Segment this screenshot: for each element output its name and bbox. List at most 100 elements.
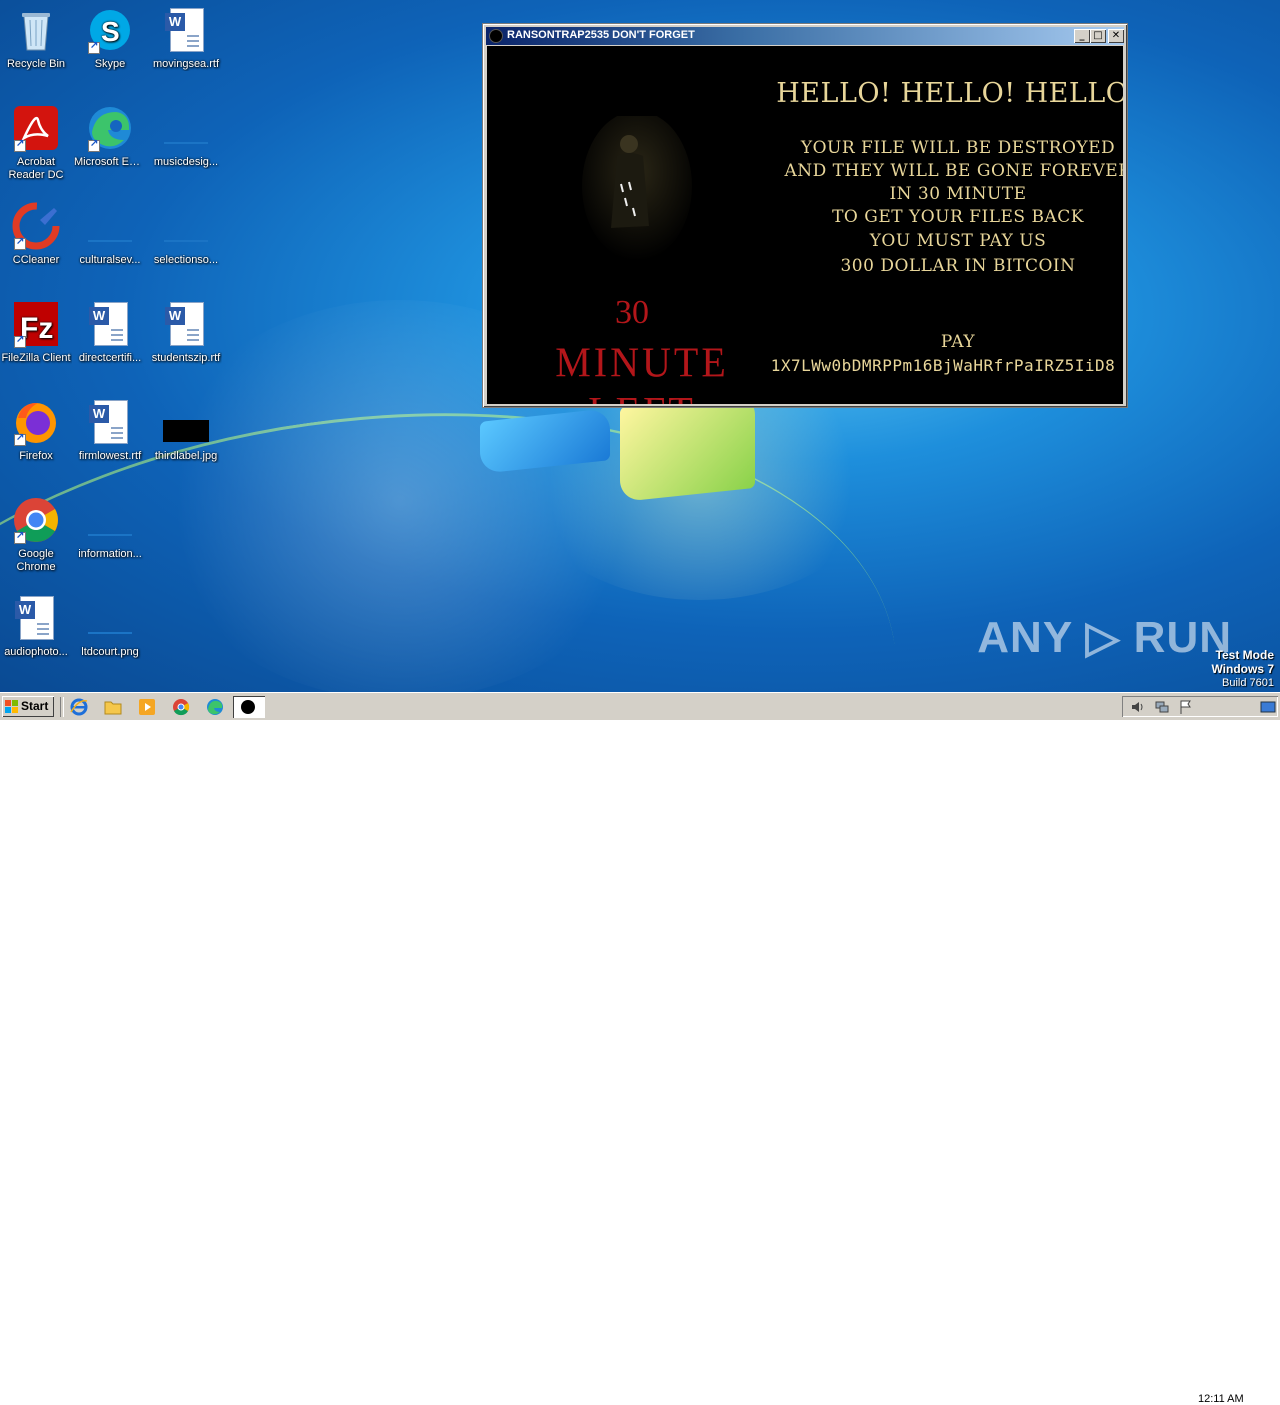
edge-icon[interactable] [205,697,225,717]
media-player-icon[interactable] [137,697,157,717]
message-line: YOU MUST PAY US [869,231,1047,251]
action-center-flag-icon[interactable] [1178,699,1194,715]
filezilla-icon: Fz [12,300,60,348]
recycle-bin-icon [12,6,60,54]
taskbar: Start 12:11 AM [0,692,1280,1405]
ransom-window[interactable]: RANSONTRAP2535 DON'T FORGET _ □ ✕ 30 MIN… [482,23,1128,408]
desktop-icon-firmlowest[interactable]: W firmlowest.rtf [74,398,146,463]
anyrun-watermark: ANY ▷ RUN [977,613,1232,662]
desktop-icon-label: FileZilla Client [1,352,71,364]
headline: HELLO! HELLO! HELLO! [776,78,1123,109]
explorer-folder-icon[interactable] [103,697,123,717]
show-desktop-icon[interactable] [1260,699,1276,715]
desktop-icon-recycle-bin[interactable]: Recycle Bin [0,6,72,71]
minimize-button[interactable]: _ [1074,29,1090,43]
test-mode-label: Test Mode [1215,648,1274,662]
word-document-icon: W [86,398,134,446]
desktop-icon-label: selectionso... [153,254,219,266]
close-button[interactable]: ✕ [1108,29,1124,43]
windows-logo-wallpaper [480,392,780,525]
windows-flag-icon [5,700,18,713]
desktop-icon-ltdcourt[interactable]: ltdcourt.png [74,594,146,659]
desktop-icon-studentszip[interactable]: W studentszip.rtf [150,300,222,365]
desktop-icon-culturalsev[interactable]: culturalsev... [74,202,146,267]
desktop-icon-label: studentszip.rtf [151,352,221,364]
desktop-icon-selectionso[interactable]: selectionso... [150,202,222,267]
desktop-icon-label: movingsea.rtf [152,58,220,70]
message-line: IN 30 MINUTE [889,184,1027,204]
message-line: 300 DOLLAR IN BITCOIN [840,256,1076,276]
desktop-icon-acrobat-reader[interactable]: Acrobat Reader DC [0,104,72,182]
countdown-label: MINUTE LEFT [555,338,729,404]
desktop-icon-ccleaner[interactable]: CCleaner [0,202,72,267]
blank-file-icon [86,594,134,642]
desktop-icon-label: directcertifi... [78,352,142,364]
desktop-icon-label: audiophoto... [4,646,68,658]
creepy-figure-image [582,116,692,261]
svg-text:S: S [101,16,120,47]
blank-file-icon [162,104,210,152]
blank-file-icon [86,496,134,544]
firefox-icon [12,398,60,446]
countdown-number: 30 [615,294,649,331]
desktop-icon-label: Recycle Bin [6,58,66,70]
blank-file-icon [86,202,134,250]
system-tray [1122,696,1278,717]
desktop-icon-skype[interactable]: S Skype [74,6,146,71]
taskbar-separator [60,697,64,717]
chrome-icon [12,496,60,544]
word-document-icon: W [162,6,210,54]
desktop-icon-label: ltdcourt.png [81,646,139,658]
desktop-icon-firefox[interactable]: Firefox [0,398,72,463]
desktop-icon-label: musicdesig... [153,156,219,168]
maximize-button[interactable]: □ [1090,29,1106,43]
desktop-icon-musicdesig[interactable]: musicdesig... [150,104,222,169]
desktop-icon-label: Microsoft Edge [74,156,146,168]
volume-icon[interactable] [1130,699,1146,715]
bitcoin-address[interactable]: 1X7LWw0bDMRPPm16BjWaHRfrPaIRZ5IiD8 [763,356,1123,375]
desktop-icon-movingsea[interactable]: W movingsea.rtf [150,6,222,71]
acrobat-reader-icon [12,104,60,152]
build-label: Build 7601 [1222,677,1274,689]
start-button[interactable]: Start [2,696,54,717]
chrome-icon[interactable] [171,697,191,717]
desktop-icon-directcertifi[interactable]: W directcertifi... [74,300,146,365]
word-document-icon: W [86,300,134,348]
desktop-icon-label: Skype [94,58,126,70]
network-icon[interactable] [1154,699,1170,715]
ransom-content: 30 MINUTE LEFT HELLO! HELLO! HELLO! YOUR… [487,46,1123,404]
message-line: TO GET YOUR FILES BACK [832,207,1084,227]
pay-label: PAY [940,332,976,352]
window-title: RANSONTRAP2535 DON'T FORGET [507,29,695,41]
taskbar-clock[interactable]: 12:11 AM [1198,1393,1244,1405]
desktop-icon-filezilla[interactable]: Fz FileZilla Client [0,300,72,365]
desktop-icon-label: culturalsev... [79,254,141,266]
taskbar-app-ransom[interactable] [233,696,265,718]
word-document-icon: W [162,300,210,348]
desktop-icon-label: Acrobat Reader DC [8,156,64,181]
desktop-icon-google-chrome[interactable]: Google Chrome [0,496,72,574]
word-document-icon: W [12,594,60,642]
app-icon [489,29,503,43]
start-label: Start [21,699,49,713]
desktop-icon-microsoft-edge[interactable]: Microsoft Edge [74,104,146,169]
desktop-icon-audiophoto[interactable]: W audiophoto... [0,594,72,659]
edge-icon [86,104,134,152]
internet-explorer-icon[interactable] [69,697,89,717]
desktop-icon-label: thirdlabel.jpg [154,450,218,462]
blank-file-icon [162,202,210,250]
ransom-app-icon [241,700,255,714]
ccleaner-icon [12,202,60,250]
desktop-icon-thirdlabel[interactable]: thirdlabel.jpg [150,398,222,463]
desktop-icon-label: CCleaner [12,254,60,266]
message-line: YOUR FILE WILL BE DESTROYED [800,138,1116,158]
desktop-icon-label: Firefox [19,450,53,462]
message-line: AND THEY WILL BE GONE FOREVER [784,161,1124,181]
desktop-icon-information[interactable]: information... [74,496,146,561]
desktop-icon-label: information... [78,548,142,560]
desktop-icon-label: firmlowest.rtf [78,450,142,462]
desktop-icon-label: Google Chrome [16,548,56,573]
image-file-icon [162,398,210,446]
windows-version-label: Windows 7 [1211,662,1274,676]
window-titlebar[interactable]: RANSONTRAP2535 DON'T FORGET _ □ ✕ [486,27,1124,45]
